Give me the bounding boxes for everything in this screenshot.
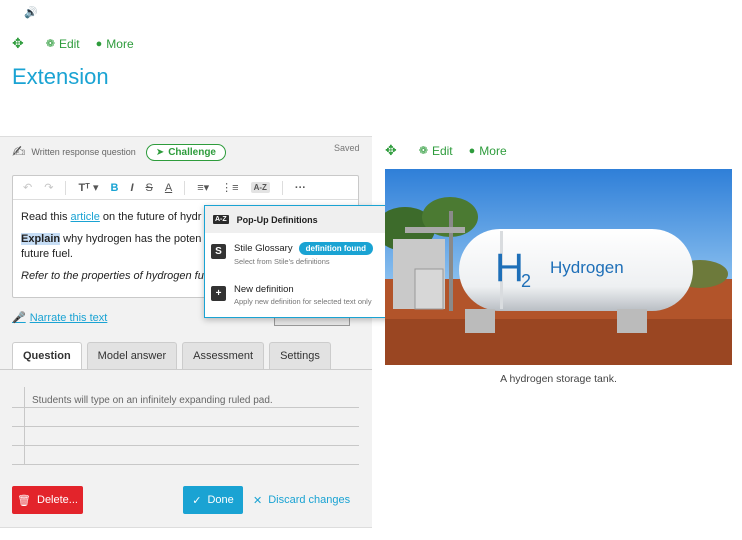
- tab-settings[interactable]: Settings: [269, 342, 331, 369]
- list-icon[interactable]: ⋮≡: [221, 181, 238, 194]
- tank-label: Hydrogen: [550, 258, 624, 277]
- italic-icon[interactable]: I: [130, 182, 133, 194]
- selected-word: Explain: [21, 232, 61, 245]
- challenge-label: Challenge: [168, 146, 216, 158]
- plus-circle-icon: ●: [95, 37, 103, 50]
- text-fragment: Refer to the properties of hydrogen fue: [21, 269, 210, 282]
- question-header: ✍ Written response question ➤ Challenge: [12, 142, 226, 162]
- ruled-line: [12, 426, 359, 427]
- done-button[interactable]: ✓ Done: [183, 486, 243, 514]
- align-icon[interactable]: ≡▾: [197, 181, 209, 194]
- definition-icon: A-Z: [213, 215, 229, 224]
- toolbar-divider: [184, 180, 186, 195]
- delete-button[interactable]: 🗑 Delete...: [12, 486, 83, 514]
- popup-definitions-menu: A-Z Pop-Up Definitions S Stile Glossary …: [204, 205, 405, 318]
- image-caption: A hydrogen storage tank.: [500, 373, 617, 385]
- new-definition-title: New definition: [234, 284, 294, 295]
- tank-symbol: H: [495, 246, 524, 290]
- image-toolbar: ✥ ❁ Edit ● More: [385, 142, 507, 159]
- bold-icon[interactable]: B: [111, 182, 119, 194]
- edit-button[interactable]: Edit: [432, 144, 453, 158]
- trash-icon: 🗑: [17, 494, 31, 507]
- ruled-placeholder: Students will type on an infinitely expa…: [32, 395, 273, 406]
- delete-label: Delete...: [37, 494, 78, 506]
- tab-model-answer[interactable]: Model answer: [86, 342, 178, 369]
- font-size-icon[interactable]: Tᵀ ▾: [78, 181, 98, 194]
- tab-assessment[interactable]: Assessment: [182, 342, 265, 369]
- strikethrough-icon[interactable]: S: [146, 182, 153, 194]
- text-fragment: on the future of hydr: [99, 211, 202, 223]
- menu-item-stile-glossary[interactable]: S Stile Glossary definition found Select…: [211, 242, 374, 266]
- discard-label: Discard changes: [268, 494, 351, 506]
- text-fragment: why hydrogen has the poten: [60, 232, 202, 245]
- tank-subscript: 2: [521, 271, 531, 291]
- speaker-icon[interactable]: 🔊: [24, 6, 38, 19]
- plus-icon: +: [211, 286, 226, 301]
- editor-toolbar: ↶ ↷ Tᵀ ▾ B I S A ≡▾ ⋮≡ A-Z ···: [13, 176, 358, 200]
- plus-circle-icon: ●: [468, 144, 476, 157]
- rocket-icon: ➤: [155, 146, 165, 158]
- definition-found-badge: definition found: [298, 242, 374, 255]
- toolbar-divider: [281, 180, 283, 195]
- tab-question[interactable]: Question: [12, 342, 82, 369]
- tab-divider: [0, 369, 372, 370]
- narrate-label: Narrate this text: [29, 311, 108, 324]
- challenge-button[interactable]: ➤ Challenge: [145, 143, 226, 161]
- top-toolbar: ✥ ❁ Edit ● More: [12, 35, 134, 52]
- hydrogen-tank-illustration: H 2 Hydrogen: [385, 169, 732, 365]
- text-fragment: future fuel.: [21, 248, 73, 260]
- gear-icon: ❁: [418, 145, 428, 157]
- undo-icon[interactable]: ↶: [23, 181, 32, 194]
- discard-changes-button[interactable]: ✕ Discard changes: [253, 486, 350, 514]
- text-color-icon[interactable]: A: [165, 182, 172, 194]
- move-icon[interactable]: ✥: [385, 142, 397, 159]
- gear-icon: ❁: [45, 38, 55, 50]
- menu-item-new-definition[interactable]: + New definition Apply new definition fo…: [211, 284, 372, 306]
- popup-header: A-Z Pop-Up Definitions: [205, 206, 404, 233]
- glossary-title: Stile Glossary: [234, 243, 293, 254]
- narrate-link[interactable]: 🎤 Narrate this text: [12, 311, 108, 325]
- more-button[interactable]: More: [479, 144, 506, 158]
- check-icon: ✓: [192, 494, 202, 507]
- question-type-label: Written response question: [31, 147, 136, 157]
- new-definition-subtitle: Apply new definition for selected text o…: [234, 297, 372, 306]
- pen-icon: ✍: [12, 144, 26, 161]
- toolbar-divider: [65, 180, 67, 195]
- question-tabs: Question Model answer Assessment Setting…: [12, 342, 331, 369]
- microphone-icon: 🎤: [12, 312, 26, 324]
- more-options-icon[interactable]: ···: [295, 182, 306, 194]
- ruled-line: [12, 445, 359, 446]
- done-label: Done: [207, 494, 234, 506]
- close-icon: ✕: [253, 494, 263, 507]
- ruled-line: [12, 464, 359, 465]
- popup-title: Pop-Up Definitions: [236, 214, 318, 225]
- edit-button[interactable]: Edit: [59, 37, 80, 51]
- article-link[interactable]: article: [71, 211, 100, 223]
- text-fragment: Read this: [21, 211, 71, 223]
- stile-logo-icon: S: [211, 244, 226, 259]
- definition-icon[interactable]: A-Z: [250, 182, 270, 193]
- more-button[interactable]: More: [106, 37, 133, 51]
- ruled-line: [12, 407, 359, 408]
- redo-icon[interactable]: ↷: [44, 181, 53, 194]
- move-icon[interactable]: ✥: [12, 35, 24, 52]
- editor-content[interactable]: Read this article on the future of hydr …: [21, 210, 211, 290]
- saved-status: Saved: [334, 143, 360, 153]
- glossary-subtitle: Select from Stile's definitions: [234, 257, 330, 266]
- page-title: Extension: [12, 64, 109, 89]
- ruled-pad-preview: Students will type on an infinitely expa…: [12, 387, 359, 465]
- hydrogen-tank-image: H 2 Hydrogen: [385, 169, 732, 365]
